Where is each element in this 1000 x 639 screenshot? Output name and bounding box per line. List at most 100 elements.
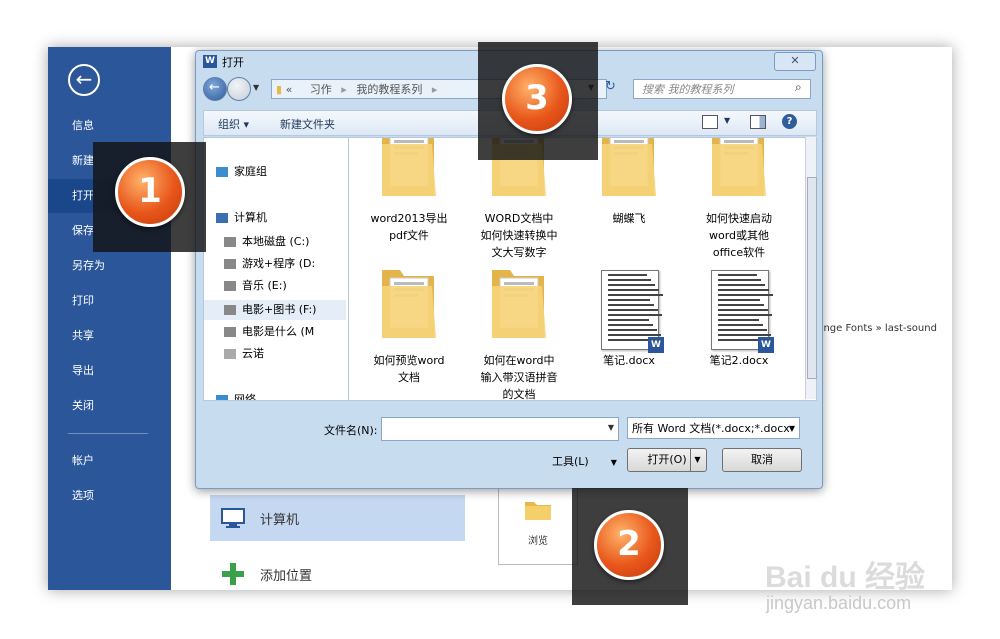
- nav-item[interactable]: 音乐 (E:): [204, 276, 346, 296]
- search-input[interactable]: 搜索 我的教程系列: [633, 79, 811, 99]
- recent-folder-path[interactable]: runge Fonts » last-sound: [813, 323, 937, 334]
- chevron-down-icon: ▼: [610, 458, 617, 467]
- tools-label: 工具(L): [552, 455, 589, 468]
- callout-2-badge: 2: [594, 510, 664, 580]
- chevron-down-icon[interactable]: ▼: [608, 423, 614, 432]
- computer-icon: [216, 213, 228, 223]
- folder-icon: [382, 138, 436, 196]
- folder-item[interactable]: 如何在word中 输入带汉语拼音 的文档: [469, 266, 569, 400]
- sidebar-item[interactable]: 帐户: [48, 444, 171, 478]
- file-name: 蝴蝶飞: [612, 212, 646, 225]
- nav-item-label: 本地磁盘 (C:): [242, 235, 310, 248]
- crumb-item[interactable]: 我的教程系列: [356, 83, 422, 96]
- nav-item[interactable]: 计算机: [204, 208, 346, 228]
- scrollbar[interactable]: [805, 137, 817, 399]
- callout-1-badge: 1: [115, 157, 185, 227]
- cancel-button[interactable]: 取消: [722, 448, 802, 472]
- sidebar-divider: [68, 433, 148, 434]
- folder-icon: ▮: [276, 83, 283, 96]
- browse-label: 浏览: [528, 536, 548, 547]
- folder-icon: [492, 270, 546, 338]
- place-add-location[interactable]: 添加位置: [210, 551, 465, 590]
- open-button[interactable]: 打开(O) ▼: [627, 448, 707, 472]
- document-thumbnail: W: [711, 270, 774, 353]
- nav-item[interactable]: 云诺: [204, 344, 346, 364]
- crumb-separator: ▸: [341, 83, 347, 96]
- back-arrow-icon[interactable]: ←: [68, 64, 100, 96]
- document-thumbnail: W: [601, 270, 664, 353]
- cloud-icon: [224, 349, 236, 359]
- nav-item-label: 游戏+程序 (D:: [242, 257, 316, 270]
- organize-menu[interactable]: 组织 ▾: [218, 116, 249, 132]
- sidebar-item[interactable]: 另存为: [48, 249, 171, 283]
- nav-item[interactable]: 电影+图书 (F:): [204, 300, 346, 320]
- nav-item-label: 音乐 (E:): [242, 279, 287, 292]
- view-dropdown-icon[interactable]: ▼: [724, 116, 730, 125]
- watermark-url: jingyan.baidu.com: [766, 593, 912, 613]
- open-label: 打开(O): [647, 453, 687, 466]
- sidebar-item[interactable]: 共享: [48, 319, 171, 353]
- nav-item-label: 电影是什么 (M: [242, 325, 315, 338]
- place-label: 添加位置: [260, 569, 313, 584]
- network-icon: [216, 395, 228, 400]
- filename-label: 文件名(N):: [324, 424, 378, 437]
- callout-3-badge: 3: [502, 64, 572, 134]
- file-name: 如何快速启动 word或其他 office软件: [706, 212, 772, 259]
- nav-item-label: 云诺: [242, 347, 264, 360]
- document-item[interactable]: W 笔记2.docx: [689, 266, 789, 394]
- tools-menu[interactable]: 工具(L) ▼: [552, 453, 617, 469]
- file-list: word2013导出 pdf文件 WORD文档中 如何快速转换中 文大写数字 蝴蝶飞…: [348, 137, 817, 401]
- place-label: 计算机: [260, 513, 300, 528]
- word-icon: W: [203, 55, 217, 68]
- close-button[interactable]: ✕: [774, 52, 816, 71]
- drive-icon: [224, 237, 236, 247]
- nav-item[interactable]: 电影是什么 (M: [204, 322, 346, 342]
- help-icon[interactable]: ?: [782, 114, 797, 129]
- folder-item[interactable]: word2013导出 pdf文件: [359, 138, 459, 266]
- baidu-jingyan-logo: Bai du 经验: [765, 561, 926, 594]
- forward-nav-button[interactable]: [227, 77, 251, 101]
- history-dropdown-icon[interactable]: ▼: [253, 83, 259, 92]
- filetype-select[interactable]: 所有 Word 文档(*.docx;*.docx ▼: [627, 417, 800, 439]
- browse-button[interactable]: 浏览: [498, 485, 578, 565]
- view-icon[interactable]: [702, 115, 718, 129]
- filetype-value: 所有 Word 文档(*.docx;*.docx: [632, 422, 790, 435]
- refresh-icon[interactable]: ↻: [605, 79, 616, 94]
- place-computer[interactable]: 计算机: [210, 495, 465, 541]
- new-folder-button[interactable]: 新建文件夹: [280, 116, 335, 132]
- sidebar-item[interactable]: 打印: [48, 284, 171, 318]
- preview-pane-icon[interactable]: [750, 115, 766, 129]
- crumb-item[interactable]: 习作: [310, 83, 332, 96]
- homegroup-icon: [216, 167, 228, 177]
- sidebar-item[interactable]: 关闭: [48, 389, 171, 423]
- scrollbar-thumb[interactable]: [807, 177, 817, 379]
- filename-input[interactable]: ▼: [381, 417, 619, 441]
- chevron-down-icon: ▼: [788, 418, 795, 438]
- nav-item[interactable]: 本地磁盘 (C:): [204, 232, 346, 252]
- nav-item[interactable]: 网络: [204, 390, 346, 401]
- drive-icon: [224, 305, 236, 315]
- nav-item-label: 计算机: [234, 211, 267, 224]
- nav-item-label: 网络: [234, 393, 256, 401]
- file-name: WORD文档中 如何快速转换中 文大写数字: [480, 212, 558, 259]
- file-name: 如何在word中 输入带汉语拼音 的文档: [480, 354, 558, 401]
- sidebar-item[interactable]: 选项: [48, 479, 171, 513]
- folder-item[interactable]: 如何快速启动 word或其他 office软件: [689, 138, 789, 266]
- nav-item-label: 电影+图书 (F:): [242, 303, 317, 316]
- nav-item[interactable]: 家庭组: [204, 162, 346, 182]
- folder-item[interactable]: 如何预览word 文档: [359, 266, 459, 394]
- file-name: word2013导出 pdf文件: [370, 212, 448, 242]
- chevron-down-icon[interactable]: ▼: [690, 449, 704, 471]
- drive-icon: [224, 259, 236, 269]
- sidebar-item[interactable]: 导出: [48, 354, 171, 388]
- drive-icon: [224, 327, 236, 337]
- nav-item[interactable]: 游戏+程序 (D:: [204, 254, 346, 274]
- crumb-overflow[interactable]: «: [286, 83, 293, 96]
- back-nav-button[interactable]: ←: [203, 77, 227, 101]
- word-icon: W: [648, 337, 664, 353]
- drive-icon: [224, 281, 236, 291]
- search-icon[interactable]: ⌕: [795, 80, 802, 95]
- sidebar-item[interactable]: 信息: [48, 109, 171, 143]
- word-icon: W: [758, 337, 774, 353]
- document-item[interactable]: W 笔记.docx: [579, 266, 679, 394]
